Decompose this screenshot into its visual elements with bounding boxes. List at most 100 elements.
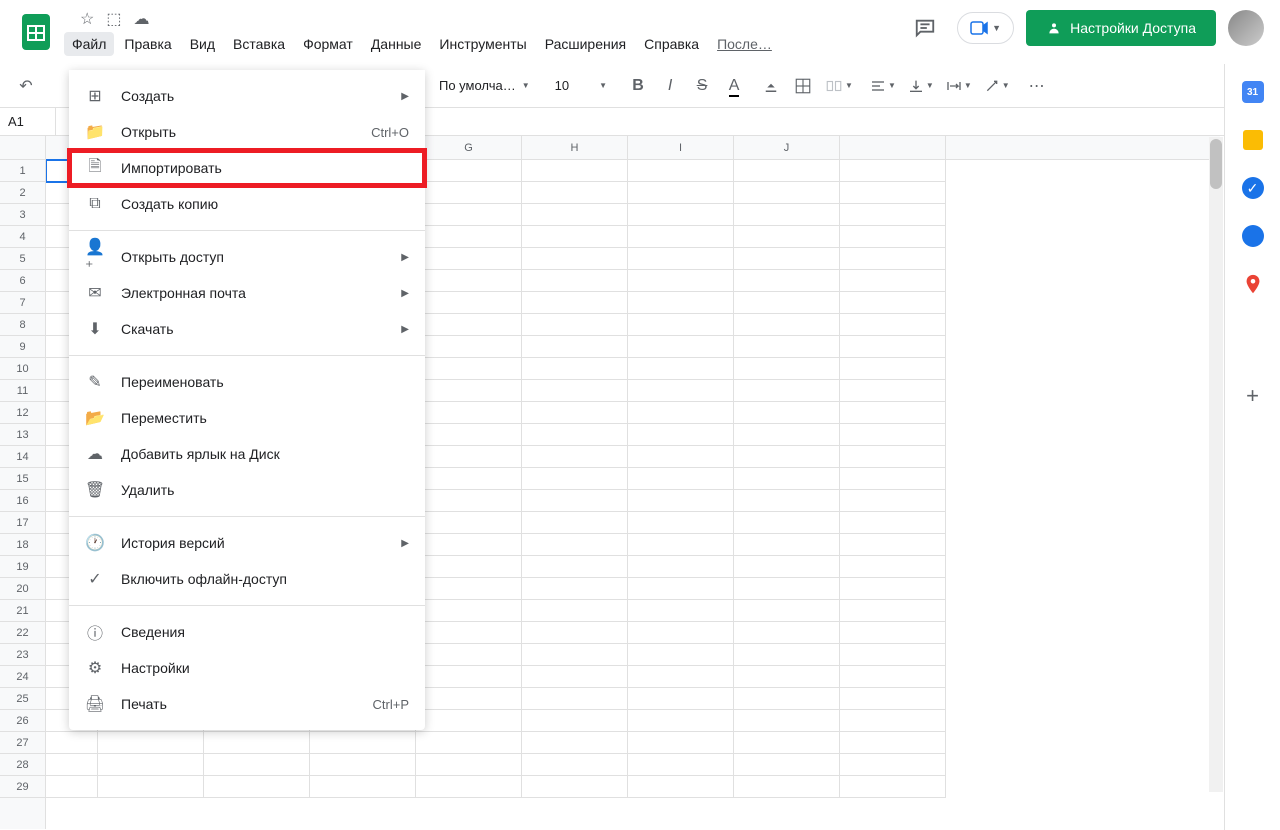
cell[interactable]: [522, 556, 628, 578]
row-header[interactable]: 23: [0, 644, 45, 666]
menu-расширения[interactable]: Расширения: [537, 32, 634, 56]
cell[interactable]: [734, 270, 840, 292]
cell[interactable]: [98, 732, 204, 754]
cell[interactable]: [522, 424, 628, 446]
cell[interactable]: [416, 622, 522, 644]
cell[interactable]: [522, 358, 628, 380]
cell[interactable]: [734, 600, 840, 622]
cell[interactable]: [734, 336, 840, 358]
row-header[interactable]: 14: [0, 446, 45, 468]
cell[interactable]: [840, 644, 946, 666]
cell[interactable]: [734, 380, 840, 402]
cell[interactable]: [416, 490, 522, 512]
column-header[interactable]: H: [522, 136, 628, 159]
cell[interactable]: [840, 534, 946, 556]
cell[interactable]: [840, 380, 946, 402]
cell[interactable]: [734, 402, 840, 424]
account-avatar[interactable]: [1228, 10, 1264, 46]
row-header[interactable]: 17: [0, 512, 45, 534]
cell[interactable]: [628, 446, 734, 468]
cell[interactable]: [734, 666, 840, 688]
cell[interactable]: [840, 248, 946, 270]
cell[interactable]: [522, 314, 628, 336]
cell[interactable]: [416, 160, 522, 182]
cell[interactable]: [628, 754, 734, 776]
cell[interactable]: [416, 468, 522, 490]
menu-item-открыть[interactable]: 📁ОткрытьCtrl+O: [69, 114, 425, 150]
row-header[interactable]: 1: [0, 160, 45, 182]
cell[interactable]: [522, 204, 628, 226]
cell[interactable]: [628, 622, 734, 644]
cell[interactable]: [522, 248, 628, 270]
cell[interactable]: [840, 710, 946, 732]
cell[interactable]: [522, 776, 628, 798]
cell[interactable]: [416, 710, 522, 732]
menu-формат[interactable]: Формат: [295, 32, 361, 56]
menu-item-переименовать[interactable]: ✎Переименовать: [69, 364, 425, 400]
row-header[interactable]: 28: [0, 754, 45, 776]
cell[interactable]: [840, 688, 946, 710]
cell[interactable]: [416, 688, 522, 710]
rotate-button[interactable]: ▼: [980, 72, 1014, 100]
halign-button[interactable]: ▼: [866, 72, 900, 100]
cell[interactable]: [628, 204, 734, 226]
cell[interactable]: [840, 622, 946, 644]
menu-item-печать[interactable]: 🖨ПечатьCtrl+P: [69, 686, 425, 722]
cell[interactable]: [628, 534, 734, 556]
cloud-icon[interactable]: ☁: [133, 9, 149, 29]
move-icon[interactable]: ⬚: [106, 9, 121, 29]
column-header[interactable]: [840, 136, 946, 159]
cell[interactable]: [310, 776, 416, 798]
row-header[interactable]: 12: [0, 402, 45, 424]
row-header[interactable]: 10: [0, 358, 45, 380]
cell[interactable]: [522, 622, 628, 644]
cell[interactable]: [522, 380, 628, 402]
cell[interactable]: [734, 556, 840, 578]
menu-item-включить-офлайн-доступ[interactable]: ✓Включить офлайн-доступ: [69, 561, 425, 597]
cell[interactable]: [628, 292, 734, 314]
menu-item-открыть-доступ[interactable]: 👤⁺Открыть доступ▶: [69, 239, 425, 275]
meet-button[interactable]: ▼: [957, 12, 1014, 44]
row-header[interactable]: 4: [0, 226, 45, 248]
cell[interactable]: [734, 314, 840, 336]
row-header[interactable]: 13: [0, 424, 45, 446]
cell[interactable]: [522, 336, 628, 358]
cell[interactable]: [628, 314, 734, 336]
cell[interactable]: [416, 556, 522, 578]
cell[interactable]: [522, 160, 628, 182]
cell[interactable]: [840, 424, 946, 446]
cell[interactable]: [734, 468, 840, 490]
comments-icon[interactable]: [905, 8, 945, 48]
cell[interactable]: [840, 578, 946, 600]
cell[interactable]: [628, 182, 734, 204]
cell[interactable]: [840, 776, 946, 798]
menu-файл[interactable]: Файл: [64, 32, 114, 56]
column-header[interactable]: I: [628, 136, 734, 159]
row-header[interactable]: 24: [0, 666, 45, 688]
cell[interactable]: [204, 776, 310, 798]
cell[interactable]: [840, 754, 946, 776]
row-header[interactable]: 9: [0, 336, 45, 358]
cell[interactable]: [522, 512, 628, 534]
undo-button[interactable]: ↶: [12, 72, 40, 100]
cell[interactable]: [628, 160, 734, 182]
cell[interactable]: [522, 732, 628, 754]
cell[interactable]: [840, 556, 946, 578]
cell[interactable]: [416, 292, 522, 314]
cell[interactable]: [734, 490, 840, 512]
merge-button[interactable]: ▼: [821, 72, 857, 100]
cell[interactable]: [840, 490, 946, 512]
cell[interactable]: [416, 600, 522, 622]
cell[interactable]: [628, 578, 734, 600]
cell[interactable]: [734, 776, 840, 798]
cell[interactable]: [522, 270, 628, 292]
cell[interactable]: [734, 160, 840, 182]
select-all-corner[interactable]: [0, 136, 45, 160]
cell[interactable]: [628, 776, 734, 798]
cell[interactable]: [628, 248, 734, 270]
cell[interactable]: [522, 666, 628, 688]
cell[interactable]: [416, 446, 522, 468]
cell[interactable]: [628, 490, 734, 512]
cell[interactable]: [840, 182, 946, 204]
addons-plus-icon[interactable]: +: [1241, 384, 1265, 408]
